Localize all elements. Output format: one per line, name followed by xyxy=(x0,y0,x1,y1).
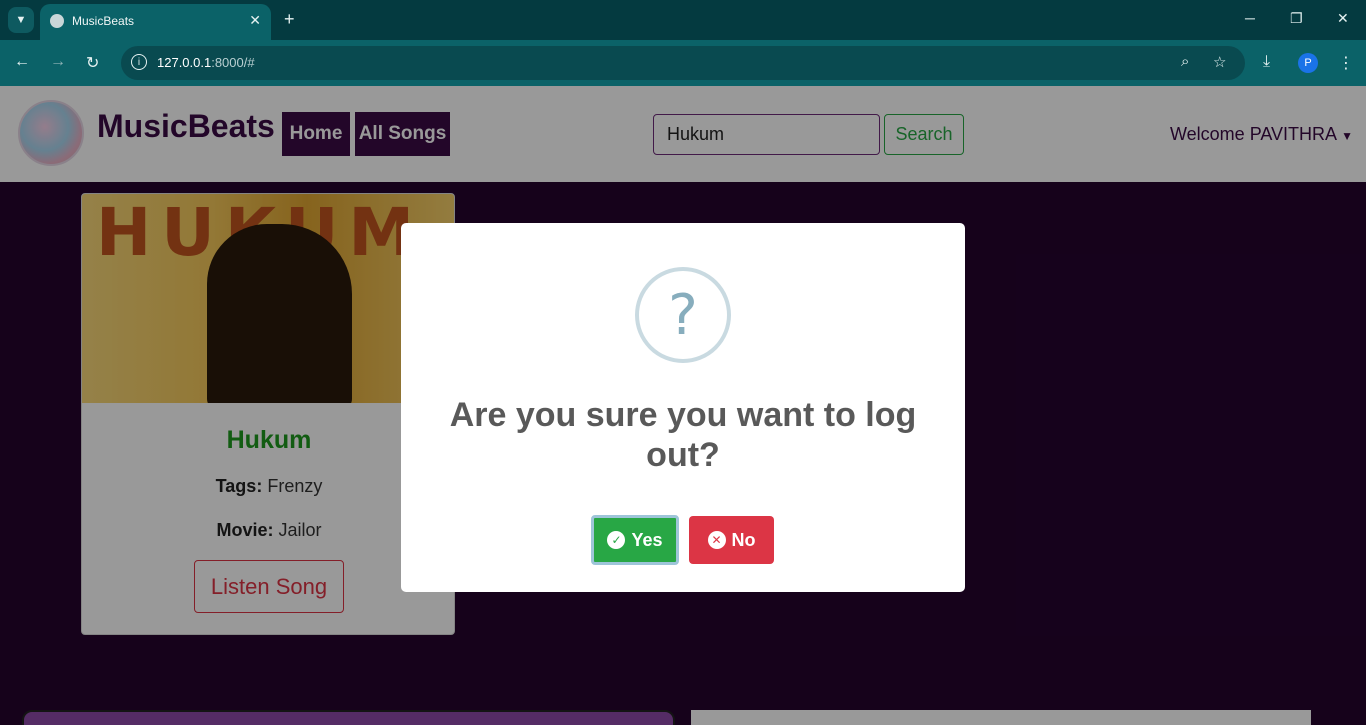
window-close-icon[interactable]: ✕ xyxy=(1337,10,1349,27)
plus-icon[interactable]: + xyxy=(284,9,295,30)
star-icon[interactable]: ☆ xyxy=(1213,53,1226,71)
back-icon[interactable]: ← xyxy=(14,53,30,71)
forward-icon[interactable]: → xyxy=(50,53,66,71)
url-field[interactable]: i 127.0.0.1:8000/# ⌕ ☆ xyxy=(121,46,1245,80)
question-icon: ? xyxy=(635,267,731,363)
tab-list-icon[interactable]: ▼ xyxy=(8,7,34,33)
yes-label: Yes xyxy=(631,529,663,550)
browser-tab-bar: ▼ MusicBeats ✕ + ─ ❐ ✕ xyxy=(0,0,1366,40)
yes-button[interactable]: ✓ Yes xyxy=(591,515,679,565)
download-icon[interactable]: ⤓ xyxy=(1263,53,1270,71)
no-label: No xyxy=(731,529,756,550)
x-circle-icon: ✕ xyxy=(707,531,726,549)
profile-avatar[interactable]: P xyxy=(1298,53,1318,73)
browser-tab[interactable]: MusicBeats ✕ xyxy=(40,4,271,40)
no-button[interactable]: ✕ No xyxy=(689,516,774,564)
url-text: 127.0.0.1:8000/# xyxy=(157,55,255,70)
reload-icon[interactable]: ↻ xyxy=(86,53,99,73)
dialog-title: Are you sure you want to log out? xyxy=(449,396,917,474)
info-icon[interactable]: i xyxy=(131,54,147,70)
globe-icon xyxy=(50,14,64,28)
restore-icon[interactable]: ❐ xyxy=(1290,10,1303,27)
zoom-icon[interactable]: ⌕ xyxy=(1181,53,1189,70)
tab-title: MusicBeats xyxy=(72,14,135,28)
close-icon[interactable]: ✕ xyxy=(249,12,261,29)
minimize-icon[interactable]: ─ xyxy=(1245,10,1255,26)
address-bar: ← → ↻ i 127.0.0.1:8000/# ⌕ ☆ xyxy=(0,40,1366,86)
menu-icon[interactable]: ⋮ xyxy=(1338,53,1354,73)
check-circle-icon: ✓ xyxy=(607,531,626,549)
logout-confirm-dialog: ? Are you sure you want to log out? ✓ Ye… xyxy=(401,223,965,592)
